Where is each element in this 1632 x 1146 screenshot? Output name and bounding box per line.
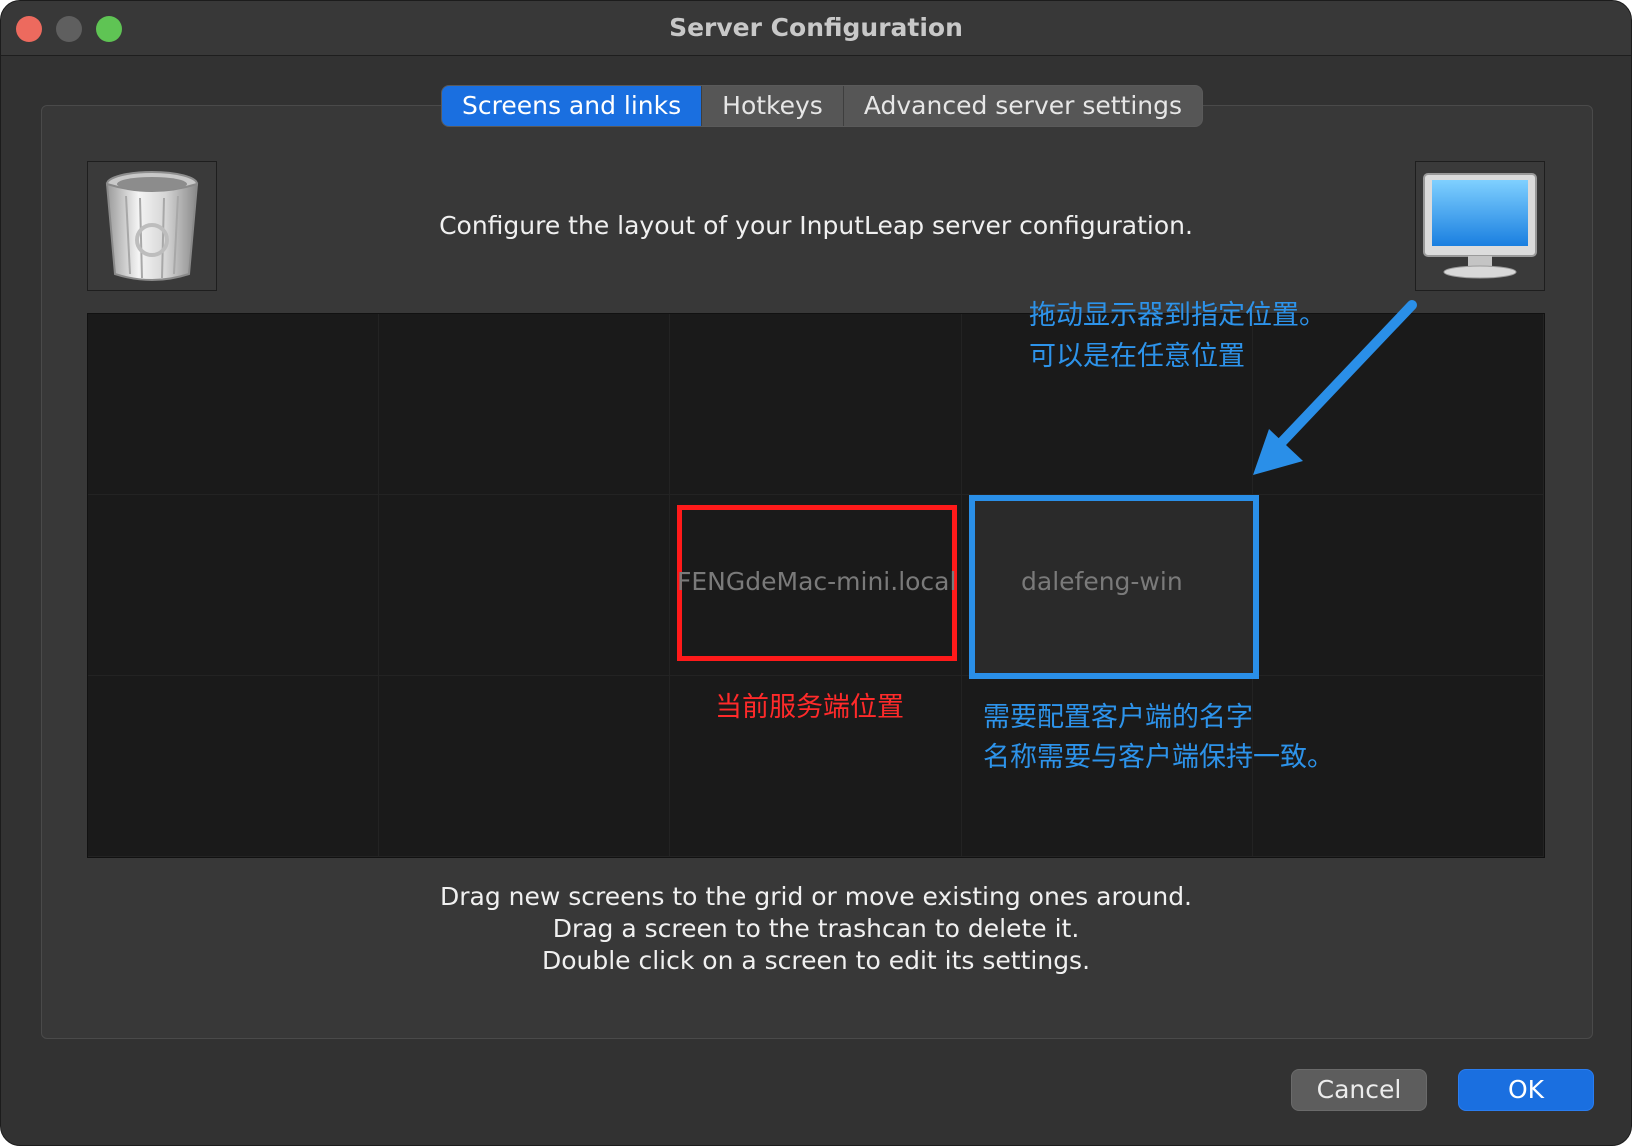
tab-bar: Screens and links Hotkeys Advanced serve…: [441, 85, 1204, 127]
help-line-drag: Drag new screens to the grid or move exi…: [439, 882, 1193, 911]
drag-hint-line-2: 可以是在任意位置: [1029, 341, 1245, 372]
layout-instructions: Configure the layout of your InputLeap s…: [439, 211, 1193, 240]
cancel-button[interactable]: Cancel: [1291, 1069, 1427, 1111]
grid-cell[interactable]: [670, 314, 962, 495]
client-screen-name[interactable]: dalefeng-win: [1021, 567, 1183, 596]
grid-cell[interactable]: [88, 314, 380, 495]
grid-cell[interactable]: [88, 676, 380, 857]
client-name-note-line-1: 需要配置客户端的名字: [983, 702, 1253, 733]
tab-advanced-server-settings[interactable]: Advanced server settings: [844, 86, 1202, 126]
drag-hint-line-1: 拖动显示器到指定位置。: [1029, 300, 1326, 331]
grid-cell[interactable]: [88, 495, 380, 676]
ok-button[interactable]: OK: [1458, 1069, 1594, 1111]
tab-hotkeys[interactable]: Hotkeys: [702, 86, 844, 126]
server-screen-name[interactable]: FENGdeMac-mini.local: [677, 567, 956, 596]
grid-cell[interactable]: [379, 314, 671, 495]
window-title: Server Configuration: [669, 13, 963, 42]
client-name-note-line-2: 名称需要与客户端保持一致。: [983, 742, 1334, 773]
server-position-note: 当前服务端位置: [715, 692, 904, 723]
help-line-edit: Double click on a screen to edit its set…: [541, 946, 1091, 975]
grid-cell[interactable]: [1252, 495, 1544, 676]
grid-cell[interactable]: [379, 676, 671, 857]
grid-cell[interactable]: [379, 495, 671, 676]
help-line-delete: Drag a screen to the trashcan to delete …: [552, 914, 1080, 943]
tab-screens-and-links[interactable]: Screens and links: [442, 86, 703, 126]
server-configuration-window: Server Configuration Screens and links H…: [0, 0, 1632, 1146]
title-bar: Server Configuration: [1, 1, 1631, 56]
grid-help-text: Drag new screens to the grid or move exi…: [1, 881, 1631, 977]
